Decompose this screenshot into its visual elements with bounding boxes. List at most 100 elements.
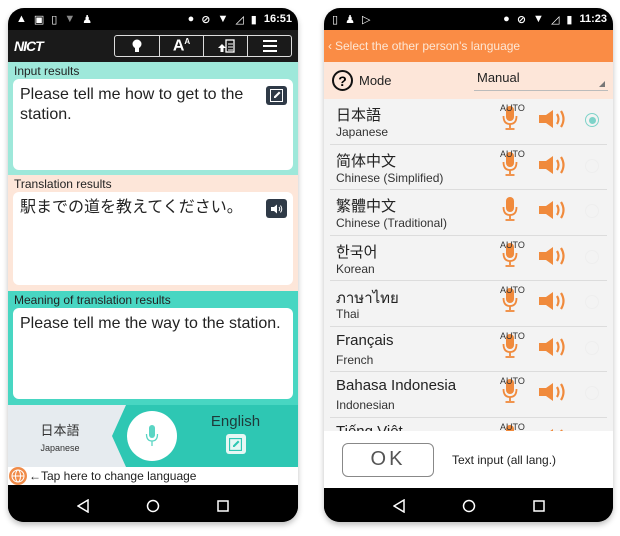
back-nav-icon[interactable] bbox=[76, 498, 89, 513]
language-row[interactable]: Bahasa Indonesia Indonesian AUTO bbox=[330, 372, 607, 418]
language-row[interactable]: 日本語 Japanese AUTO bbox=[330, 99, 607, 145]
mic-button[interactable] bbox=[127, 411, 177, 461]
footer: OK Text input (all lang.) bbox=[324, 431, 613, 488]
language-radio[interactable] bbox=[585, 249, 599, 264]
toolbar: AA bbox=[114, 35, 292, 57]
location-icon: ● bbox=[503, 13, 510, 25]
lightbulb-button[interactable] bbox=[115, 36, 159, 56]
dropdown-arrow-icon bbox=[599, 81, 605, 87]
image-icon: ▣ bbox=[33, 13, 45, 26]
language-english-name: Japanese bbox=[336, 125, 389, 139]
mode-label: Mode bbox=[359, 73, 392, 88]
dnd-icon: ⊘ bbox=[201, 13, 211, 26]
language-row[interactable]: 简体中文 Chinese (Simplified) AUTO bbox=[330, 144, 607, 190]
language-english-name: French bbox=[336, 352, 374, 367]
auto-badge: AUTO bbox=[500, 148, 525, 159]
play-store-icon: ▷ bbox=[361, 13, 371, 26]
speaker-icon[interactable] bbox=[538, 337, 568, 362]
input-results-text: Please tell me how to get to the station… bbox=[20, 86, 244, 123]
language-radio[interactable] bbox=[585, 340, 599, 355]
phone-left: ▲ ▣ ▯ ▼ ♟ ● ⊘ ▼ ◿ ▮ 16:51 NICT AA Input … bbox=[8, 8, 298, 522]
language-english-name: Indonesian bbox=[336, 398, 395, 412]
language-native-name: Tiếng Việt bbox=[336, 422, 403, 432]
ok-button[interactable]: OK bbox=[342, 442, 434, 477]
globe-icon[interactable] bbox=[9, 467, 27, 485]
input-results-section: Input results Please tell me how to get … bbox=[8, 62, 298, 175]
font-size-button[interactable]: AA bbox=[159, 36, 203, 56]
translation-results-box: 駅までの道を教えてください。 bbox=[13, 192, 293, 285]
mode-value: Manual bbox=[477, 70, 520, 85]
language-list[interactable]: 日本語 Japanese AUTO 简体中文 Chinese (Simplified) A… bbox=[324, 99, 613, 431]
auto-badge: AUTO bbox=[500, 376, 525, 386]
microphone-icon bbox=[145, 425, 159, 446]
change-language-hint[interactable]: ←Tap here to change language bbox=[8, 467, 298, 485]
translation-results-section: Translation results 駅までの道を教えてください。 bbox=[8, 175, 298, 291]
help-icon[interactable]: ? bbox=[332, 70, 353, 91]
meaning-text: Please tell me the way to the station. bbox=[20, 315, 281, 332]
speaker-icon[interactable] bbox=[538, 291, 568, 316]
recents-nav-icon[interactable] bbox=[532, 499, 545, 512]
speaker-icon[interactable] bbox=[538, 155, 568, 180]
language-native-name: 繁體中文 bbox=[336, 198, 397, 215]
mode-row: ? Mode Manual bbox=[324, 62, 613, 99]
back-icon[interactable]: ‹ bbox=[328, 39, 332, 53]
wifi-icon: ▼ bbox=[217, 13, 229, 25]
nav-bar bbox=[8, 489, 298, 522]
recents-nav-icon[interactable] bbox=[217, 499, 230, 512]
home-nav-icon[interactable] bbox=[146, 499, 160, 513]
home-nav-icon[interactable] bbox=[462, 499, 476, 513]
edit-icon bbox=[229, 437, 242, 451]
input-results-box: Please tell me how to get to the station… bbox=[13, 79, 293, 170]
language-radio[interactable] bbox=[585, 295, 599, 309]
language-radio[interactable] bbox=[585, 386, 599, 400]
input-results-label: Input results bbox=[14, 64, 80, 78]
upload-list-button[interactable] bbox=[203, 36, 247, 56]
app-bar: NICT AA bbox=[8, 30, 298, 62]
dnd-icon: ⊘ bbox=[516, 13, 527, 26]
language-row[interactable]: Français French AUTO bbox=[330, 326, 607, 372]
auto-badge: AUTO bbox=[500, 330, 525, 341]
clock: 11:23 bbox=[579, 13, 607, 25]
speaker-icon[interactable] bbox=[538, 200, 568, 225]
speaker-icon[interactable] bbox=[538, 109, 568, 134]
auto-badge: AUTO bbox=[500, 103, 525, 113]
language-row[interactable]: 한국어 Korean AUTO bbox=[330, 235, 607, 281]
text-input-all-lang-link[interactable]: Text input (all lang.) bbox=[452, 453, 556, 467]
language-radio[interactable] bbox=[585, 158, 599, 173]
language-row[interactable]: Tiếng ViệtVietnameseAUTO bbox=[330, 417, 607, 432]
speaker-icon[interactable] bbox=[538, 246, 568, 271]
language-row[interactable]: 繁體中文 Chinese (Traditional) bbox=[330, 190, 607, 236]
source-language-button[interactable]: 日本語 Japanese bbox=[8, 405, 112, 467]
meaning-section: Meaning of translation results Please te… bbox=[8, 291, 298, 405]
auto-badge: AUTO bbox=[500, 285, 525, 295]
language-native-name: 日本語 bbox=[336, 107, 382, 124]
battery-icon: ▮ bbox=[566, 13, 573, 26]
nict-logo: NICT bbox=[14, 38, 44, 54]
target-language-button[interactable]: English bbox=[198, 413, 273, 454]
text-input-button[interactable] bbox=[225, 434, 246, 454]
meaning-label: Meaning of translation results bbox=[14, 293, 171, 307]
wifi-icon: ▼ bbox=[533, 13, 544, 25]
language-native-name: 简体中文 bbox=[336, 152, 397, 170]
language-native-name: Français bbox=[336, 331, 394, 349]
mode-dropdown[interactable]: Manual bbox=[474, 68, 608, 91]
screen-header: ‹ Select the other person's language bbox=[324, 30, 613, 62]
download-icon: ▯ bbox=[332, 13, 339, 26]
font-size-icon: AA bbox=[172, 36, 191, 55]
status-bar: ▯ ♟ ▷ ● ⊘ ▼ ◿ ▮ 11:23 bbox=[324, 8, 613, 30]
location-icon: ● bbox=[187, 13, 195, 25]
language-english-name: Thai bbox=[336, 307, 360, 321]
speaker-icon[interactable] bbox=[538, 382, 568, 407]
play-translation-button[interactable] bbox=[266, 199, 287, 218]
language-radio[interactable] bbox=[585, 113, 599, 127]
wifi-question-icon: ▼ bbox=[64, 13, 76, 25]
menu-button[interactable] bbox=[247, 36, 291, 56]
speaker-icon[interactable] bbox=[538, 428, 568, 431]
clock: 16:51 bbox=[263, 13, 292, 25]
back-nav-icon[interactable] bbox=[392, 498, 405, 513]
screen-title: Select the other person's language bbox=[335, 39, 521, 53]
language-row[interactable]: ภาษาไทย Thai AUTO bbox=[330, 281, 607, 327]
language-radio[interactable] bbox=[585, 204, 599, 218]
nav-bar bbox=[324, 489, 613, 522]
edit-input-button[interactable] bbox=[266, 86, 287, 105]
